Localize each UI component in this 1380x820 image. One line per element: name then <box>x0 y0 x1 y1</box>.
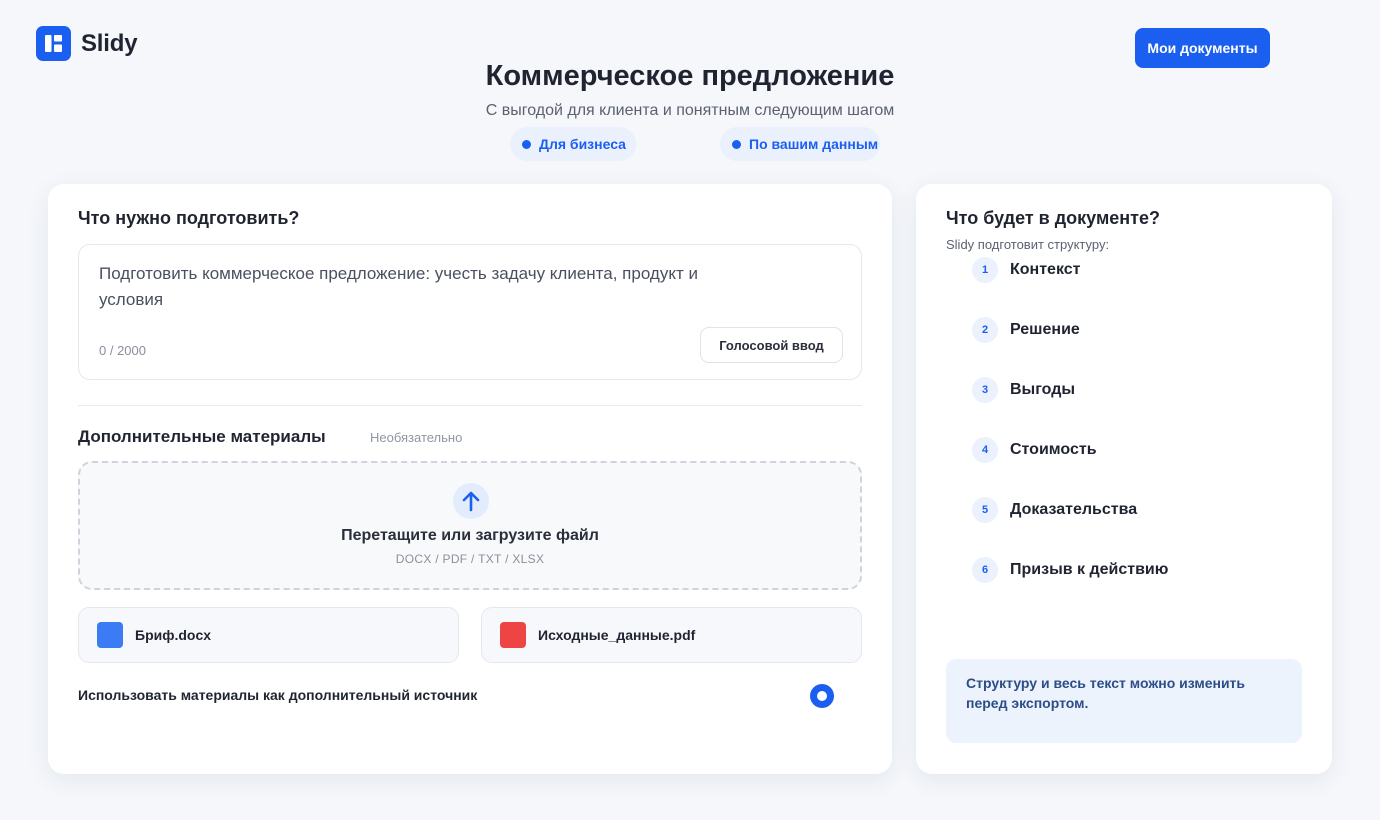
materials-title: Дополнительные материалы <box>78 427 326 446</box>
chip-your-data: По вашим данным <box>720 127 880 161</box>
step-label: Доказательства <box>1010 501 1138 518</box>
structure-step: 4 Стоимость <box>972 437 1097 463</box>
use-materials-label: Использовать материалы как дополнительны… <box>78 687 478 703</box>
chip-business: Для бизнеса <box>510 127 636 161</box>
section-divider <box>78 405 862 406</box>
step-label: Выгоды <box>1010 381 1076 398</box>
page-title: Коммерческое предложение <box>485 60 895 92</box>
structure-card: Что будет в документе? Slidy подготовит … <box>916 184 1332 774</box>
radio-selected-indicator <box>817 691 827 701</box>
voice-input-button[interactable]: Голосовой ввод <box>700 327 843 363</box>
step-label: Призыв к действию <box>1010 561 1169 578</box>
app-name: Slidy <box>81 29 138 57</box>
dropzone-formats: DOCX / PDF / TXT / XLSX <box>395 552 545 566</box>
structure-title: Что будет в документе? <box>946 208 1160 228</box>
materials-optional-label: Необязательно <box>370 430 463 445</box>
step-label: Решение <box>1010 321 1080 338</box>
request-card: Что нужно подготовить? Подготовить комме… <box>48 184 892 774</box>
structure-subtitle: Slidy подготовит структуру: <box>946 237 1110 252</box>
page-subtitle: С выгодой для клиента и понятным следующ… <box>485 102 895 119</box>
use-materials-radio[interactable] <box>810 684 834 708</box>
page: Slidy Мои документы Коммерческое предлож… <box>0 0 1380 820</box>
upload-arrow-icon <box>453 483 489 519</box>
char-counter: 0 / 2000 <box>99 343 146 358</box>
attached-file-source-data[interactable]: Исходные_данные.pdf <box>481 607 862 663</box>
step-number: 4 <box>972 437 998 463</box>
prompt-text[interactable]: Подготовить коммерческое предложение: уч… <box>99 261 699 313</box>
step-number: 2 <box>972 317 998 343</box>
file-name: Бриф.docx <box>135 627 212 643</box>
step-number: 3 <box>972 377 998 403</box>
step-number: 6 <box>972 557 998 583</box>
chip-label: Для бизнеса <box>539 136 626 152</box>
step-label: Контекст <box>1010 261 1081 278</box>
file-dropzone[interactable]: Перетащите или загрузите файл DOCX / PDF… <box>78 461 862 590</box>
step-number: 5 <box>972 497 998 523</box>
slidy-logo-icon <box>36 26 71 61</box>
prompt-textarea[interactable]: Подготовить коммерческое предложение: уч… <box>78 244 862 380</box>
file-name: Исходные_данные.pdf <box>538 627 696 643</box>
structure-step: 2 Решение <box>972 317 1080 343</box>
dropzone-title: Перетащите или загрузите файл <box>341 527 599 544</box>
attached-file-brief[interactable]: Бриф.docx <box>78 607 459 663</box>
chip-dot-icon <box>732 139 741 149</box>
logo[interactable]: Slidy <box>36 26 138 61</box>
structure-step: 3 Выгоды <box>972 377 1075 403</box>
request-section-title: Что нужно подготовить? <box>78 208 300 228</box>
edit-note: Структуру и весь текст можно изменить пе… <box>946 659 1302 743</box>
structure-step: 5 Доказательства <box>972 497 1137 523</box>
structure-step: 6 Призыв к действию <box>972 557 1168 583</box>
chip-dot-icon <box>522 139 531 149</box>
chip-label: По вашим данным <box>749 136 879 152</box>
step-label: Стоимость <box>1010 441 1097 458</box>
pdf-file-icon <box>500 622 526 648</box>
step-number: 1 <box>972 257 998 283</box>
structure-step: 1 Контекст <box>972 257 1080 283</box>
docx-file-icon <box>97 622 123 648</box>
